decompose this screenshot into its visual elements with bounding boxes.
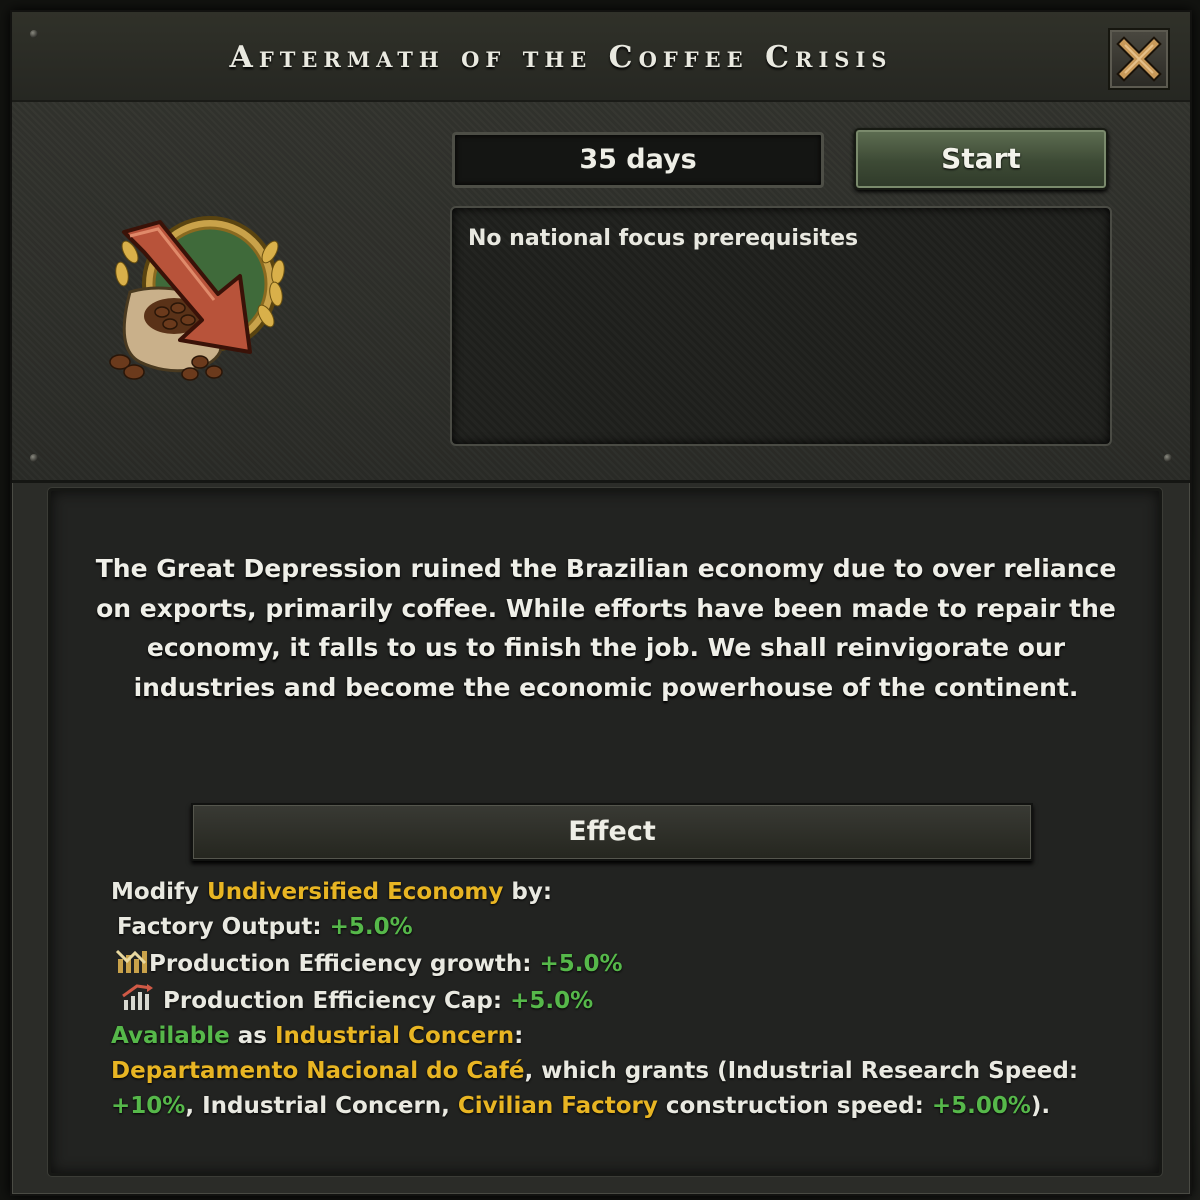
construction-speed-value: +5.00% [931,1093,1031,1119]
grants-text: , which grants (Industrial Research Spee… [524,1058,1079,1084]
focus-description: The Great Depression ruined the Brazilia… [95,554,1117,702]
availability-line: Available as Industrial Concern: [111,1019,1131,1054]
modify-suffix: by: [503,879,553,905]
window-title: Aftermath of the Coffee Crisis [229,40,893,75]
prerequisites-box: No national focus prerequisites [450,206,1112,446]
industrial-concern-link[interactable]: Industrial Concern [275,1023,514,1049]
title-bar: Aftermath of the Coffee Crisis [12,12,1190,102]
production-efficiency-cap-value: +5.0% [510,988,594,1014]
start-button[interactable]: Start [854,128,1108,190]
production-efficiency-cap-label: Production Efficiency Cap: [163,988,511,1014]
available-text: Available [111,1023,230,1049]
modifier-link-undiversified-economy[interactable]: Undiversified Economy [207,879,503,905]
rivet [30,30,38,38]
factory-output-label: Factory Output: [117,914,330,940]
production-efficiency-growth-value: +5.0% [539,951,623,977]
modify-prefix: Modify [111,879,208,905]
concern-grants-line: Departamento Nacional do Café, which gra… [111,1054,1131,1089]
focus-detail-window: Aftermath of the Coffee Crisis 35 days S… [10,10,1192,1196]
concern-text: , Industrial Concern, [185,1093,458,1119]
effects-list: Modify Undiversified Economy by: Factory… [111,875,1131,1124]
construction-text: construction speed: [657,1093,932,1119]
factory-output-value: +5.0% [329,914,413,940]
civilian-factory-link[interactable]: Civilian Factory [458,1093,658,1119]
modify-line: Modify Undiversified Economy by: [111,875,1131,910]
coffee-sack-downward-arrow-icon [100,212,300,392]
focus-header-section: Aftermath of the Coffee Crisis 35 days S… [12,12,1190,483]
efficiency-growth-icon [115,949,147,973]
as-text: as [229,1023,275,1049]
production-efficiency-cap-line: Production Efficiency Cap: +5.0% [111,982,1131,1019]
rivet [30,454,38,462]
close-button[interactable] [1108,28,1170,90]
concern-bonus-line: +10%, Industrial Concern, Civilian Facto… [111,1089,1131,1124]
close-x-icon [1116,36,1162,82]
focus-duration: 35 days [452,132,824,188]
colon-text: : [514,1023,524,1049]
effect-header: Effect [191,803,1033,861]
closing-text: ). [1030,1093,1051,1119]
research-speed-value: +10% [111,1093,186,1119]
factory-output-line: Factory Output: +5.0% [111,910,1131,945]
focus-description-section: The Great Depression ruined the Brazilia… [48,488,1162,1176]
rivet [1164,454,1172,462]
concern-name-link[interactable]: Departamento Nacional do Café [111,1058,524,1084]
efficiency-cap-icon [122,984,153,1010]
production-efficiency-growth-label: Production Efficiency growth: [149,951,540,977]
prerequisites-text: No national focus prerequisites [468,226,859,251]
production-efficiency-growth-line: Production Efficiency growth: +5.0% [111,945,1131,982]
